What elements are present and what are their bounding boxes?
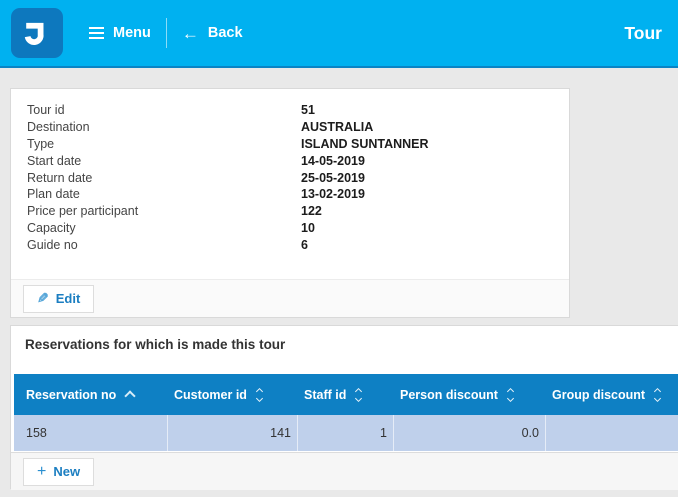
sort-updown-icon — [356, 389, 361, 401]
hamburger-icon — [89, 27, 104, 39]
field-value: AUSTRALIA — [301, 120, 373, 134]
menu-button[interactable]: Menu — [89, 25, 151, 41]
back-button[interactable]: ← Back — [182, 25, 243, 42]
field-label: Plan date — [27, 187, 301, 201]
arrow-left-icon: ← — [182, 25, 199, 42]
reservations-panel: Reservations for which is made this tour… — [10, 325, 678, 489]
tour-details-footer: ✎ Edit — [11, 279, 569, 317]
field-label: Capacity — [27, 221, 301, 235]
field-value: 6 — [301, 238, 308, 252]
tour-details-card: Tour id 51 Destination AUSTRALIA Type IS… — [10, 88, 570, 318]
pencil-icon: ✎ — [37, 290, 49, 307]
new-button-label: New — [53, 464, 80, 479]
app-logo — [11, 8, 63, 58]
sort-updown-icon — [655, 389, 660, 401]
column-label: Customer id — [174, 388, 247, 402]
field-value: 122 — [301, 204, 322, 218]
column-label: Staff id — [304, 388, 346, 402]
field-label: Type — [27, 137, 301, 151]
column-header-reservation-no[interactable]: Reservation no — [14, 374, 168, 415]
topbar-divider — [166, 18, 167, 48]
field-guide-no: Guide no 6 — [27, 236, 553, 253]
reservations-table: Reservation no Customer id Staff id Pers… — [14, 374, 678, 451]
cell-staff-id[interactable]: 1 — [298, 415, 394, 451]
column-label: Person discount — [400, 388, 498, 402]
field-destination: Destination AUSTRALIA — [27, 119, 553, 136]
column-label: Reservation no — [26, 388, 116, 402]
edit-button[interactable]: ✎ Edit — [23, 285, 94, 313]
new-button[interactable]: + New — [23, 458, 94, 486]
table-row-selected[interactable]: 158 141 1 0.0 0.0 — [14, 415, 678, 451]
sort-updown-icon — [508, 389, 513, 401]
field-label: Price per participant — [27, 204, 301, 218]
field-start-date: Start date 14-05-2019 — [27, 152, 553, 169]
cell-person-discount[interactable]: 0.0 — [394, 415, 546, 451]
field-return-date: Return date 25-05-2019 — [27, 169, 553, 186]
cell-reservation-no[interactable]: 158 — [14, 415, 168, 451]
tour-details-fields: Tour id 51 Destination AUSTRALIA Type IS… — [11, 89, 569, 253]
plus-icon: + — [37, 464, 46, 480]
column-header-customer-id[interactable]: Customer id — [168, 374, 298, 415]
field-label: Return date — [27, 171, 301, 185]
reservations-footer: + New — [11, 452, 678, 490]
page-title: Tour — [624, 23, 662, 44]
field-value: 25-05-2019 — [301, 171, 365, 185]
field-value: 13-02-2019 — [301, 187, 365, 201]
field-label: Start date — [27, 154, 301, 168]
field-label: Destination — [27, 120, 301, 134]
field-value: 51 — [301, 103, 315, 117]
field-value: ISLAND SUNTANNER — [301, 137, 429, 151]
field-type: Type ISLAND SUNTANNER — [27, 136, 553, 153]
app-logo-icon — [19, 15, 55, 51]
cell-customer-id[interactable]: 141 — [168, 415, 298, 451]
column-header-person-discount[interactable]: Person discount — [394, 374, 546, 415]
reservations-table-header: Reservation no Customer id Staff id Pers… — [14, 374, 678, 415]
menu-button-label: Menu — [113, 25, 151, 41]
field-tour-id: Tour id 51 — [27, 102, 553, 119]
field-value: 10 — [301, 221, 315, 235]
sort-updown-icon — [257, 389, 262, 401]
back-button-label: Back — [208, 25, 243, 41]
reservations-title: Reservations for which is made this tour — [11, 326, 678, 352]
column-header-group-discount[interactable]: Group discount — [546, 374, 678, 415]
sort-ascending-icon — [125, 390, 136, 401]
column-label: Group discount — [552, 388, 645, 402]
field-label: Tour id — [27, 103, 301, 117]
cell-group-discount[interactable]: 0.0 — [546, 415, 678, 451]
field-price-per-participant: Price per participant 122 — [27, 203, 553, 220]
tour-detail-screen: Menu ← Back Tour Tour id 51 Destination … — [0, 0, 678, 497]
field-capacity: Capacity 10 — [27, 220, 553, 237]
column-header-staff-id[interactable]: Staff id — [298, 374, 394, 415]
top-app-bar: Menu ← Back Tour — [0, 0, 678, 68]
field-value: 14-05-2019 — [301, 154, 365, 168]
edit-button-label: Edit — [56, 291, 81, 306]
field-label: Guide no — [27, 238, 301, 252]
field-plan-date: Plan date 13-02-2019 — [27, 186, 553, 203]
